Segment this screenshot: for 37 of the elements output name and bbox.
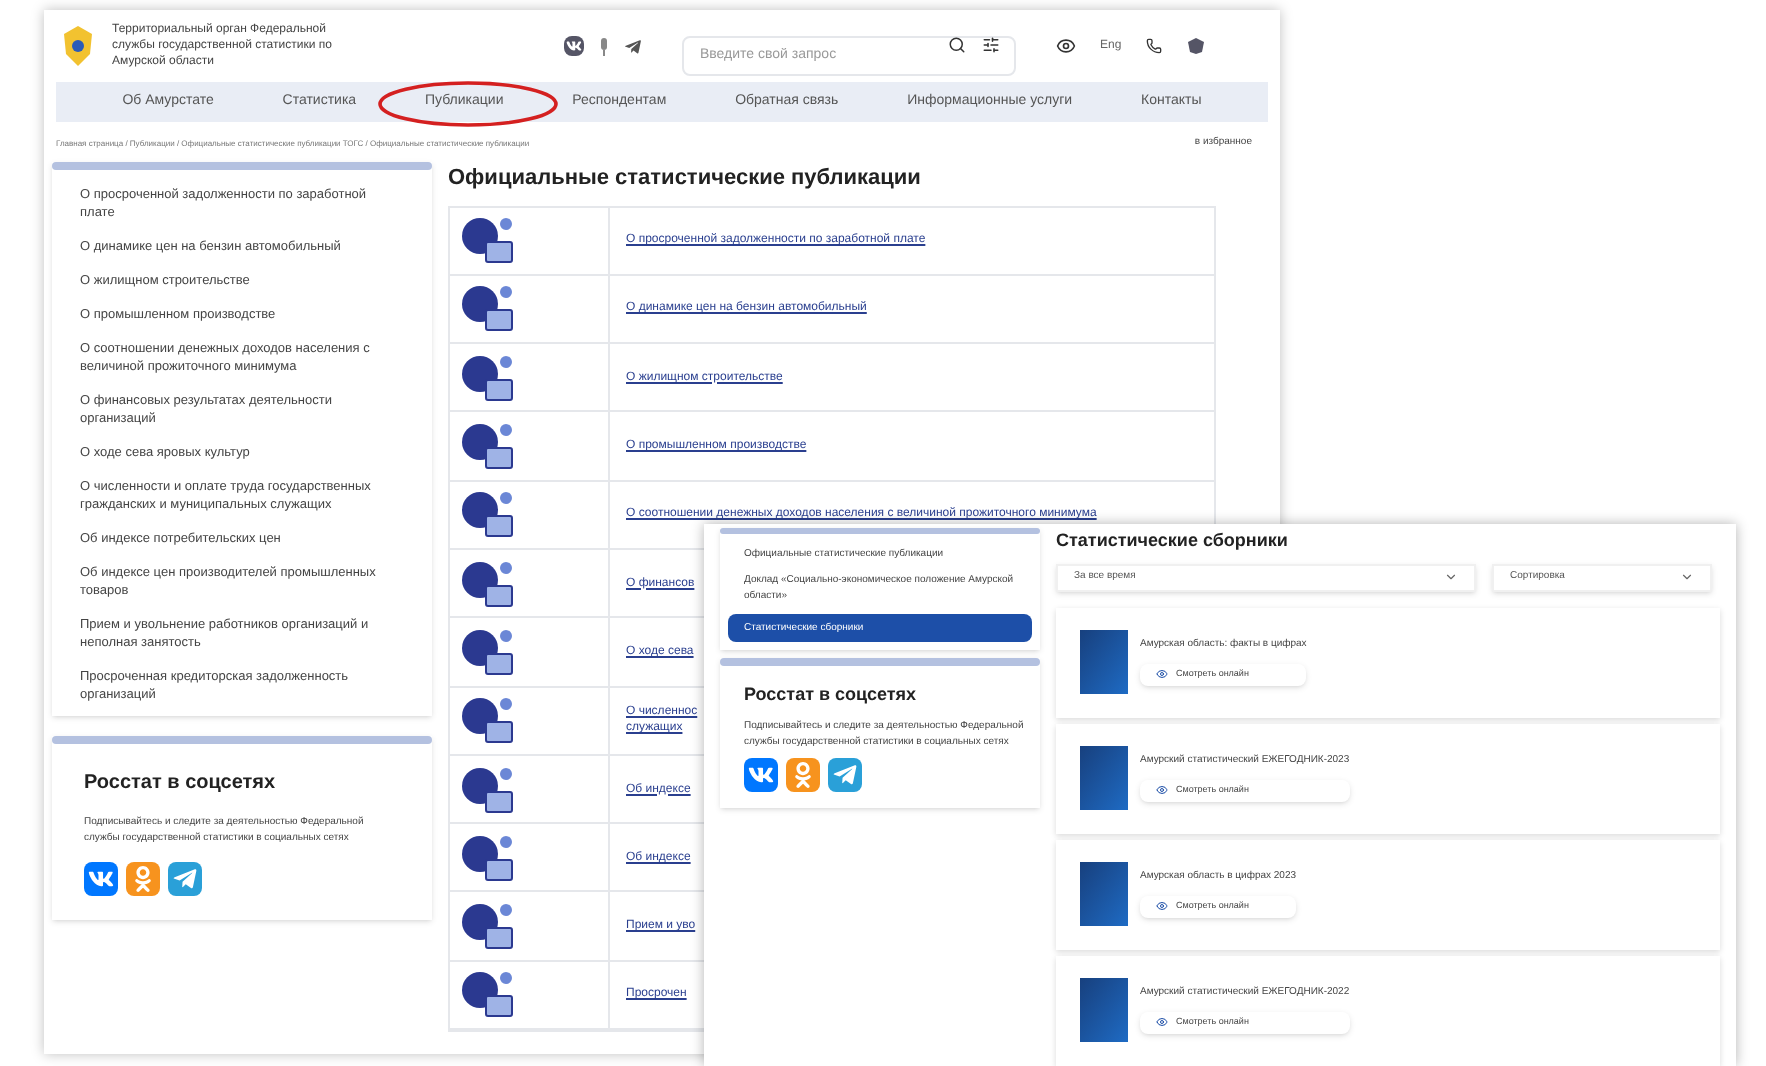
publication-illustration-icon bbox=[458, 900, 518, 953]
eye-icon bbox=[1156, 900, 1168, 913]
publication-illustration-icon bbox=[458, 420, 518, 473]
chevron-down-icon bbox=[1444, 570, 1458, 584]
social-title: Росстат в соцсетях bbox=[744, 682, 918, 708]
publication-illustration-icon bbox=[458, 763, 518, 816]
social-title: Росстат в соцсетях bbox=[84, 770, 278, 798]
eye-icon bbox=[1156, 784, 1168, 797]
phone-icon[interactable] bbox=[1145, 38, 1162, 54]
microphone-icon[interactable] bbox=[600, 37, 608, 55]
publication-illustration-icon bbox=[458, 557, 518, 610]
telegram-icon[interactable] bbox=[624, 37, 642, 55]
publication-illustration-icon bbox=[458, 351, 518, 404]
emblem-logo-icon bbox=[60, 24, 96, 68]
filter-icon[interactable] bbox=[982, 36, 1000, 54]
publication-illustration-icon bbox=[458, 968, 518, 1021]
publication-illustration-icon bbox=[458, 282, 518, 335]
eye-icon bbox=[1156, 1016, 1168, 1029]
book-cover-placeholder bbox=[1080, 978, 1128, 1042]
accessibility-eye-icon[interactable] bbox=[1056, 36, 1076, 56]
book-cover-placeholder bbox=[1080, 746, 1128, 810]
emblem-icon[interactable] bbox=[1185, 36, 1206, 56]
publication-illustration-icon bbox=[458, 214, 518, 267]
publication-illustration-icon bbox=[458, 694, 518, 747]
search-icon[interactable] bbox=[948, 36, 966, 54]
vk-icon[interactable] bbox=[744, 757, 778, 791]
section-title: Статистические сборники bbox=[1056, 528, 1290, 554]
publication-illustration-icon bbox=[458, 488, 518, 541]
eye-icon bbox=[1156, 668, 1168, 681]
chevron-down-icon bbox=[1680, 570, 1694, 584]
book-cover-placeholder bbox=[1080, 630, 1128, 694]
publication-illustration-icon bbox=[458, 831, 518, 884]
page-title: Официальные статистические публикации bbox=[448, 164, 923, 194]
publication-illustration-icon bbox=[458, 625, 518, 678]
book-cover-placeholder bbox=[1080, 862, 1128, 926]
vk-icon[interactable] bbox=[84, 862, 118, 896]
vk-icon[interactable] bbox=[564, 36, 584, 56]
